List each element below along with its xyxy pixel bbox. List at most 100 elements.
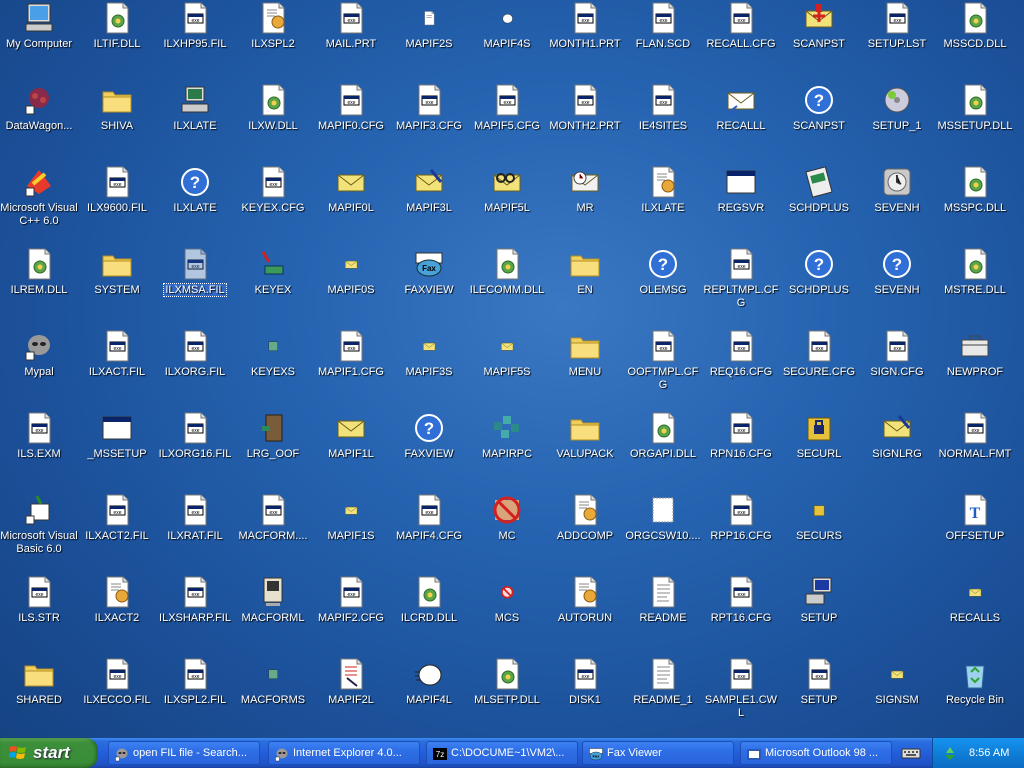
desktop-icon[interactable]: MLSETP.DLL (468, 656, 546, 738)
desktop-icon[interactable]: REGSVR (702, 164, 780, 246)
desktop-icon[interactable]: exe ILS.STR (0, 574, 78, 656)
desktop-icon[interactable]: SECURL (780, 410, 858, 492)
desktop-icon[interactable]: exe ILXECCO.FIL (78, 656, 156, 738)
desktop-icon[interactable]: My Computer (0, 0, 78, 82)
desktop-icon[interactable]: MC (468, 492, 546, 574)
desktop-icon[interactable]: exe OOFTMPL.CFG (624, 328, 702, 410)
desktop-icon[interactable]: MACFORML (234, 574, 312, 656)
desktop-icon[interactable]: Mypal (0, 328, 78, 410)
desktop-icon[interactable]: SHIVA (78, 82, 156, 164)
desktop-icon[interactable]: exe ILXACT.FIL (78, 328, 156, 410)
desktop-icon[interactable]: README (624, 574, 702, 656)
desktop-icon[interactable]: Fax FAXVIEW (390, 246, 468, 328)
desktop-icon[interactable]: MAPIF5L (468, 164, 546, 246)
desktop-icon[interactable]: exe SIGN.CFG (858, 328, 936, 410)
desktop-icon[interactable]: exe KEYEX.CFG (234, 164, 312, 246)
desktop-icon[interactable]: MAPIRPC (468, 410, 546, 492)
desktop-icon[interactable]: T OFFSETUP (936, 492, 1014, 574)
taskbar-button[interactable]: open FIL file - Search... (108, 741, 260, 765)
desktop-icon[interactable]: SEVENH (858, 164, 936, 246)
desktop-icon[interactable]: SECURS (780, 492, 858, 574)
desktop-icon[interactable]: RECALLS (936, 574, 1014, 656)
desktop-icon[interactable]: exe ILS.EXM (0, 410, 78, 492)
desktop-icon[interactable]: MAPIF3S (390, 328, 468, 410)
desktop-icon[interactable]: SCHDPLUS (780, 164, 858, 246)
desktop-icon[interactable]: exe ILXRAT.FIL (156, 492, 234, 574)
desktop-icon[interactable]: SHARED (0, 656, 78, 738)
desktop-icon[interactable]: ILTIF.DLL (78, 0, 156, 82)
desktop-icon[interactable]: LRG_OOF (234, 410, 312, 492)
desktop-icon[interactable]: exe SETUP.LST (858, 0, 936, 82)
desktop-icon[interactable]: exe ILXHP95.FIL (156, 0, 234, 82)
desktop-icon[interactable]: ? FAXVIEW (390, 410, 468, 492)
recycle-tray-icon[interactable] (942, 745, 958, 761)
desktop-icon[interactable]: MAPIF5S (468, 328, 546, 410)
taskbar-button[interactable]: Microsoft Outlook 98 ... (740, 741, 892, 765)
desktop-icon[interactable]: ADDCOMP (546, 492, 624, 574)
desktop-icon[interactable]: exe ILXACT2.FIL (78, 492, 156, 574)
desktop-icon[interactable]: MSSPC.DLL (936, 164, 1014, 246)
desktop-icon[interactable]: ILXSPL2 (234, 0, 312, 82)
desktop-icon[interactable]: exe SETUP (780, 656, 858, 738)
desktop-icon[interactable]: exe ILX9600.FIL (78, 164, 156, 246)
desktop-icon[interactable]: exe MAIL.PRT (312, 0, 390, 82)
desktop-icon[interactable]: ? SCHDPLUS (780, 246, 858, 328)
desktop-icon[interactable]: exe MAPIF4.CFG (390, 492, 468, 574)
desktop-icon[interactable]: exe REPLTMPL.CFG (702, 246, 780, 328)
desktop-icon[interactable]: exe MACFORM.... (234, 492, 312, 574)
desktop-icon[interactable]: exe ILXSPL2.FIL (156, 656, 234, 738)
desktop-icon[interactable]: ? OLEMSG (624, 246, 702, 328)
desktop-icon[interactable]: MAPIF4L (390, 656, 468, 738)
desktop-icon[interactable]: exe FLAN.SCD (624, 0, 702, 82)
desktop-icon[interactable]: exe REQ16.CFG (702, 328, 780, 410)
desktop-icon[interactable]: ILREM.DLL (0, 246, 78, 328)
start-button[interactable]: start (0, 738, 98, 768)
keyboard-icon[interactable] (901, 745, 921, 761)
desktop-icon[interactable]: EN (546, 246, 624, 328)
desktop-icon[interactable]: MSSCD.DLL (936, 0, 1014, 82)
desktop-icon[interactable]: VALUPACK (546, 410, 624, 492)
desktop-icon[interactable]: SIGNSM (858, 656, 936, 738)
desktop-icon[interactable]: exe ILXORG16.FIL (156, 410, 234, 492)
desktop-icon[interactable]: exe RECALL.CFG (702, 0, 780, 82)
desktop-icon[interactable]: MAPIF2L (312, 656, 390, 738)
desktop-icon[interactable]: Recycle Bin (936, 656, 1014, 738)
desktop-icon[interactable]: ? ILXLATE (156, 164, 234, 246)
desktop-icon[interactable]: SIGNLRG (858, 410, 936, 492)
desktop-icon[interactable]: MAPIF1L (312, 410, 390, 492)
desktop-icon[interactable]: exe MONTH1.PRT (546, 0, 624, 82)
desktop-icon[interactable]: exe RPP16.CFG (702, 492, 780, 574)
desktop-icon[interactable]: MSTRE.DLL (936, 246, 1014, 328)
desktop-icon[interactable]: ILECOMM.DLL (468, 246, 546, 328)
desktop-icon[interactable]: exe MAPIF5.CFG (468, 82, 546, 164)
desktop-icon[interactable]: RECALLL (702, 82, 780, 164)
desktop-icon[interactable]: SYSTEM (78, 246, 156, 328)
desktop-icon[interactable]: NEWPROF (936, 328, 1014, 410)
desktop-icon[interactable]: exe MAPIF0.CFG (312, 82, 390, 164)
desktop-icon[interactable]: DataWagon... (0, 82, 78, 164)
desktop-icon[interactable]: KEYEX (234, 246, 312, 328)
desktop-icon[interactable]: MACFORMS (234, 656, 312, 738)
desktop-icon[interactable]: MAPIF2S (390, 0, 468, 82)
desktop-icon[interactable]: exe ILXMSA.FIL (156, 246, 234, 328)
desktop-icon[interactable]: exe IE4SITES (624, 82, 702, 164)
desktop-icon[interactable]: ILXW.DLL (234, 82, 312, 164)
desktop-icon[interactable]: _MSSETUP (78, 410, 156, 492)
desktop-icon[interactable]: KEYEXS (234, 328, 312, 410)
desktop-icon[interactable]: MAPIF3L (390, 164, 468, 246)
desktop-icon[interactable]: exe MAPIF3.CFG (390, 82, 468, 164)
desktop-icon[interactable]: MR (546, 164, 624, 246)
desktop-icon[interactable]: README_1 (624, 656, 702, 738)
desktop-icon[interactable]: ORGAPI.DLL (624, 410, 702, 492)
taskbar-button[interactable]: Fax Fax Viewer (582, 741, 734, 765)
desktop-icon[interactable]: exe DISK1 (546, 656, 624, 738)
desktop-icon[interactable]: SCANPST (780, 0, 858, 82)
desktop-icon[interactable]: exe ILXORG.FIL (156, 328, 234, 410)
desktop-icon[interactable]: MENU (546, 328, 624, 410)
desktop-icon[interactable]: MCS (468, 574, 546, 656)
desktop-icon[interactable]: exe RPN16.CFG (702, 410, 780, 492)
desktop-icon[interactable]: exe SECURE.CFG (780, 328, 858, 410)
desktop-icon[interactable]: ILXLATE (156, 82, 234, 164)
desktop-icon[interactable]: MAPIF0L (312, 164, 390, 246)
desktop-icon[interactable]: Microsoft Visual C++ 6.0 (0, 164, 78, 246)
